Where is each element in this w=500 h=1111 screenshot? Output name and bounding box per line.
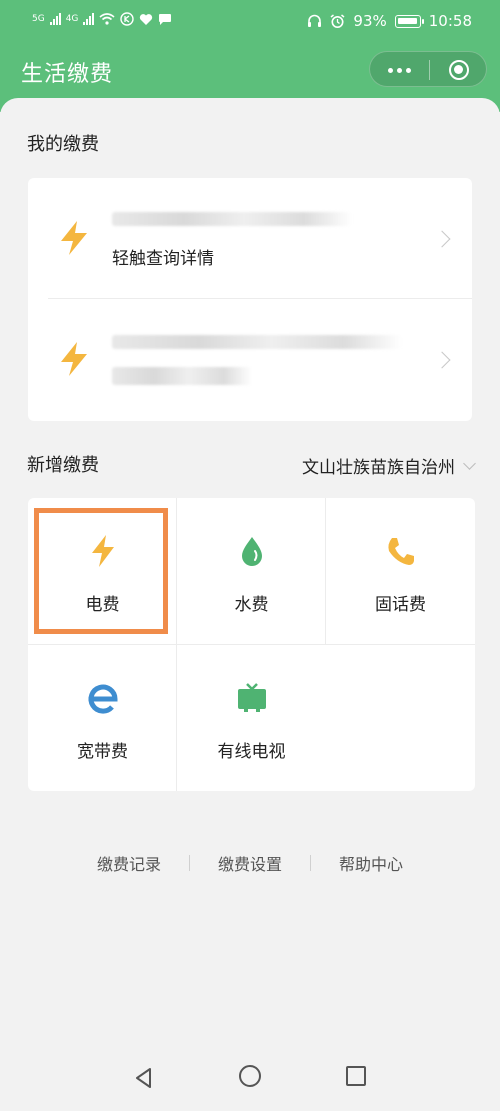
lightning-icon bbox=[61, 221, 87, 255]
app-header: 生活缴费 bbox=[0, 44, 500, 94]
headphones-icon bbox=[308, 14, 322, 27]
service-broadband[interactable]: 宽带费 bbox=[28, 645, 177, 791]
service-label: 宽带费 bbox=[77, 742, 128, 762]
service-water[interactable]: 水费 bbox=[177, 498, 326, 644]
service-grid: 电费 水费 固话费 宽带费 有线电视 bbox=[28, 498, 475, 791]
masked-account-text bbox=[112, 335, 402, 349]
battery-percent: 93% bbox=[353, 12, 387, 30]
new-bill-title: 新增缴费 bbox=[27, 455, 99, 476]
battery-icon bbox=[394, 14, 424, 28]
masked-balance-text bbox=[112, 367, 252, 385]
region-label: 文山壮族苗族自治州 bbox=[302, 458, 455, 478]
my-bills-card: 轻触查询详情 bbox=[28, 178, 472, 421]
masked-account-text bbox=[112, 212, 352, 226]
help-center-link[interactable]: 帮助中心 bbox=[311, 851, 431, 875]
alarm-icon bbox=[330, 13, 345, 28]
region-selector[interactable]: 文山壮族苗族自治州 bbox=[302, 453, 476, 478]
status-right: 93% 10:58 bbox=[307, 12, 472, 30]
service-label: 水费 bbox=[234, 595, 269, 615]
lightning-icon bbox=[91, 535, 114, 567]
service-cable-tv[interactable]: 有线电视 bbox=[177, 645, 326, 791]
k-icon bbox=[120, 12, 135, 26]
my-bills-title: 我的缴费 bbox=[27, 134, 99, 155]
heart-icon bbox=[140, 13, 153, 25]
chevron-down-icon bbox=[463, 456, 476, 470]
page-title: 生活缴费 bbox=[21, 62, 114, 87]
tv-icon bbox=[237, 683, 266, 712]
signal-icon bbox=[83, 13, 95, 25]
recents-square-icon[interactable] bbox=[346, 1066, 366, 1086]
bill-item-label: 轻触查询详情 bbox=[112, 249, 214, 269]
system-nav-bar bbox=[0, 1050, 500, 1111]
wifi-icon bbox=[99, 13, 115, 25]
status-left: 5G 4G bbox=[32, 12, 172, 26]
payment-settings-link[interactable]: 缴费设置 bbox=[190, 851, 310, 875]
chat-icon bbox=[159, 13, 172, 25]
lightning-icon bbox=[61, 342, 87, 376]
network-label-4g: 4G bbox=[65, 14, 79, 24]
footer-links: 缴费记录 缴费设置 帮助中心 bbox=[0, 851, 500, 875]
miniprogram-capsule bbox=[369, 51, 487, 87]
status-bar: 5G 4G 93% 10:58 bbox=[0, 0, 500, 44]
chevron-right-icon bbox=[433, 351, 451, 369]
service-label: 电费 bbox=[85, 595, 120, 615]
water-drop-icon bbox=[241, 537, 262, 566]
clock: 10:58 bbox=[428, 12, 472, 30]
content-sheet: 我的缴费 轻触查询详情 新增缴费 文山壮族苗族自治州 电费 水费 固话费 宽带费… bbox=[0, 98, 500, 1111]
back-triangle-icon[interactable] bbox=[133, 1067, 155, 1089]
top-bar: 5G 4G 93% 10:58 生活缴费 bbox=[0, 0, 500, 112]
bill-item[interactable] bbox=[28, 299, 472, 420]
more-dots-icon[interactable] bbox=[370, 52, 429, 88]
service-landline[interactable]: 固话费 bbox=[326, 498, 475, 644]
home-circle-icon[interactable] bbox=[239, 1065, 261, 1087]
signal-icon bbox=[49, 13, 61, 25]
close-circle-icon[interactable] bbox=[430, 52, 488, 88]
phone-icon bbox=[387, 538, 414, 565]
chevron-right-icon bbox=[433, 230, 451, 248]
service-electricity[interactable]: 电费 bbox=[28, 498, 177, 644]
bill-item[interactable]: 轻触查询详情 bbox=[28, 178, 472, 299]
service-label: 有线电视 bbox=[217, 742, 286, 762]
network-label-5g: 5G bbox=[32, 14, 45, 24]
broadband-e-icon bbox=[88, 684, 118, 714]
payment-records-link[interactable]: 缴费记录 bbox=[69, 851, 189, 875]
service-label: 固话费 bbox=[375, 595, 426, 615]
